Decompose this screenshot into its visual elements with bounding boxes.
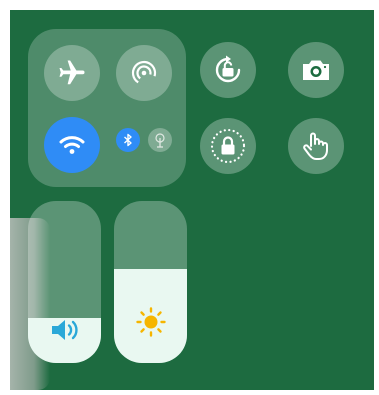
control-center	[10, 10, 374, 390]
touch-button[interactable]	[288, 118, 344, 174]
rotation-lock-icon	[215, 55, 241, 83]
wifi-icon	[59, 136, 85, 154]
bluetooth-button[interactable]	[116, 128, 140, 152]
screen-lock-button[interactable]	[200, 118, 256, 174]
connectivity-panel	[28, 29, 186, 187]
cellular-button[interactable]	[148, 128, 172, 152]
airplane-icon	[59, 60, 85, 85]
rotation-lock-button[interactable]	[200, 42, 256, 98]
cellular-antenna-icon	[155, 133, 165, 148]
sun-icon	[135, 306, 167, 343]
hand-pointer-icon	[303, 132, 328, 160]
lock-dotted-circle-icon	[210, 128, 246, 164]
camera-icon	[303, 60, 329, 80]
airplane-mode-button[interactable]	[44, 45, 100, 101]
airdrop-button[interactable]	[116, 45, 172, 101]
bluetooth-icon	[124, 133, 132, 147]
brightness-slider[interactable]	[114, 201, 187, 363]
wifi-button[interactable]	[44, 117, 100, 173]
airdrop-icon	[131, 60, 157, 86]
volume-slider[interactable]	[28, 201, 101, 363]
camera-button[interactable]	[288, 42, 344, 98]
speaker-icon	[49, 316, 81, 349]
